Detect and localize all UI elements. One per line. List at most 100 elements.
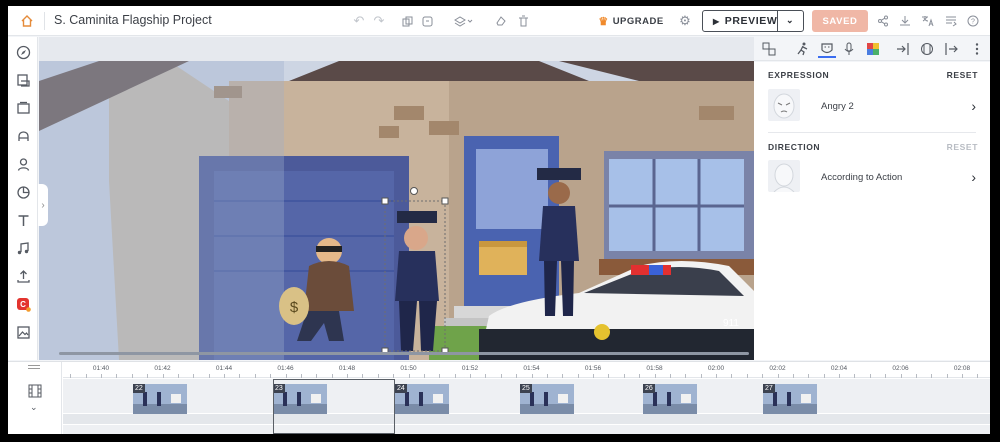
svg-text:?: ?	[971, 19, 975, 26]
upgrade-button[interactable]: ♛ UPGRADE	[598, 6, 663, 36]
tick-mark	[408, 374, 410, 378]
expression-icon[interactable]	[818, 40, 836, 58]
tick-mark	[962, 374, 963, 378]
expression-value[interactable]: Angry 2	[821, 101, 854, 112]
music-icon[interactable]	[14, 239, 32, 257]
chevron-down-icon[interactable]: ⌄	[786, 15, 794, 26]
character-icon[interactable]	[14, 155, 32, 173]
more-options-icon[interactable]	[968, 40, 986, 58]
tick-mark	[977, 374, 979, 378]
tick-mark	[654, 374, 656, 378]
tick-mark	[316, 374, 318, 378]
tick-mark	[577, 374, 579, 378]
expression-thumbnail[interactable]	[768, 89, 800, 121]
time-ruler[interactable]: 01:40 01:42 01:44 01:46 01:48 01:50 01:52 01:54…	[63, 362, 990, 378]
scene-thumbnail[interactable]: 25	[520, 384, 574, 414]
tick-mark	[254, 374, 256, 378]
tick-mark	[839, 374, 840, 378]
action-icon[interactable]	[794, 40, 812, 58]
scene-thumbnail[interactable]: 27	[763, 384, 817, 414]
templates-icon[interactable]	[14, 71, 32, 89]
tick-label: 02:02	[769, 365, 786, 372]
tick-mark	[854, 374, 856, 378]
tick-label: 01:50	[400, 365, 417, 372]
motion-icon[interactable]	[918, 40, 936, 58]
chevron-down-icon[interactable]: ⌄	[30, 402, 38, 413]
scene-number: 27	[763, 384, 775, 393]
undo-icon[interactable]: ↶	[350, 6, 368, 36]
home-icon[interactable]	[14, 6, 40, 36]
settings-icon[interactable]: ⚙	[676, 6, 694, 36]
saved-button[interactable]: SAVED	[812, 10, 868, 32]
image-icon[interactable]	[14, 323, 32, 341]
copy-icon[interactable]	[398, 6, 416, 36]
direction-value[interactable]: According to Action	[821, 172, 902, 183]
scene-thumbnail[interactable]: 24	[395, 384, 449, 414]
film-icon[interactable]	[28, 384, 42, 398]
direction-thumbnail[interactable]	[768, 160, 800, 192]
chart-icon[interactable]	[14, 183, 32, 201]
resize-handle-icon[interactable]	[28, 365, 40, 369]
preview-button[interactable]: ▶ PREVIEW ⌄	[702, 10, 804, 32]
chevron-right-icon[interactable]: ›	[971, 169, 976, 185]
notes-icon[interactable]	[942, 6, 960, 36]
expression-reset-button[interactable]: RESET	[947, 70, 978, 80]
help-icon[interactable]: ?	[964, 6, 982, 36]
exit-icon[interactable]	[942, 40, 960, 58]
tick-mark	[531, 374, 533, 378]
scene-artwork[interactable]: 911 $	[39, 61, 754, 360]
tick-label: 01:52	[461, 365, 479, 372]
share-icon[interactable]	[874, 6, 892, 36]
top-bar: S. Caminita Flagship Project ↶ ↷ ♛ UPGRAD…	[8, 6, 990, 36]
direction-reset-button[interactable]: RESET	[947, 142, 978, 152]
microphone-icon[interactable]	[840, 40, 858, 58]
car-number: 911	[723, 318, 739, 329]
redo-icon[interactable]: ↷	[370, 6, 388, 36]
play-icon: ▶	[713, 16, 720, 26]
tick-label: 01:54	[523, 365, 540, 372]
plugin-icon[interactable]: C	[14, 295, 32, 313]
color-palette-icon[interactable]	[864, 40, 882, 58]
trash-icon[interactable]	[514, 6, 532, 36]
selected-scene-outline	[273, 379, 395, 434]
compass-icon[interactable]	[14, 43, 32, 61]
timeline-controls: ⌄	[8, 362, 62, 434]
paste-icon[interactable]	[418, 6, 436, 36]
audio-track[interactable]	[63, 414, 990, 424]
tick-mark	[285, 374, 287, 378]
crown-icon: ♛	[598, 15, 609, 28]
chevron-right-icon[interactable]: ›	[971, 98, 976, 114]
tick-mark	[485, 374, 487, 378]
extra-track[interactable]	[63, 425, 990, 434]
tick-mark	[731, 374, 733, 378]
enter-icon[interactable]	[894, 40, 912, 58]
tick-mark	[808, 374, 810, 378]
expand-panel-chevron-icon[interactable]: ›	[38, 184, 48, 226]
props-icon[interactable]	[14, 127, 32, 145]
tick-mark	[593, 374, 594, 378]
swap-icon[interactable]	[760, 40, 778, 58]
layers-icon[interactable]	[451, 6, 477, 36]
tick-mark	[347, 374, 348, 378]
scenes-icon[interactable]	[14, 99, 32, 117]
tick-mark	[500, 374, 502, 378]
tick-label: 02:00	[707, 365, 725, 372]
project-title[interactable]: S. Caminita Flagship Project	[54, 13, 212, 27]
tick-mark	[931, 374, 933, 378]
tick-label: 01:48	[338, 365, 356, 372]
svg-text:C: C	[20, 300, 26, 309]
stage-canvas[interactable]: 911 $	[39, 37, 754, 360]
translate-icon[interactable]	[918, 6, 936, 36]
text-icon[interactable]	[14, 211, 32, 229]
tick-mark	[823, 374, 825, 378]
tick-label: 01:40	[92, 365, 110, 372]
eraser-icon[interactable]	[492, 6, 510, 36]
upload-icon[interactable]	[14, 267, 32, 285]
download-icon[interactable]	[896, 6, 914, 36]
scene-thumbnail[interactable]: 26	[643, 384, 697, 414]
scene-track[interactable]: 22 23 24 25 26 27	[63, 379, 990, 414]
scene-thumbnail[interactable]: 22	[133, 384, 187, 414]
tick-mark	[162, 374, 164, 378]
title-divider	[44, 12, 45, 30]
tick-mark	[224, 374, 225, 378]
